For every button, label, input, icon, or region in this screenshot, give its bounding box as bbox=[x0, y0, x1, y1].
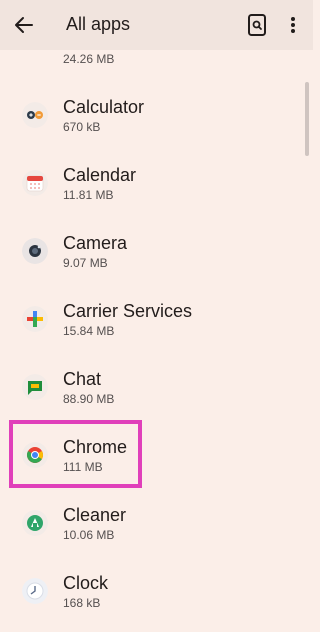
app-name: Chat bbox=[63, 369, 102, 389]
app-name: Clock bbox=[63, 573, 109, 593]
app-row-camera[interactable]: Camera 9.07 MB bbox=[0, 224, 313, 292]
app-row-carrier-services[interactable]: Carrier Services 15.84 MB bbox=[0, 292, 313, 360]
app-size: 168 kB bbox=[63, 596, 101, 610]
chat-icon bbox=[22, 374, 48, 400]
app-name: Camera bbox=[63, 233, 128, 253]
app-row-calculator[interactable]: Calculator 670 kB bbox=[0, 88, 313, 156]
camera-icon bbox=[22, 238, 48, 264]
app-size: 11.81 MB bbox=[63, 188, 114, 202]
cleaner-icon bbox=[22, 510, 48, 536]
top-app-bar: All apps bbox=[0, 0, 313, 50]
app-row-calendar[interactable]: Calendar 11.81 MB bbox=[0, 156, 313, 224]
app-list: 24.26 MB Calculator 670 kB Calendar 11.8… bbox=[0, 0, 313, 628]
app-name: Calendar bbox=[63, 165, 137, 185]
app-size: 24.26 MB bbox=[63, 52, 115, 66]
calendar-icon bbox=[22, 170, 48, 196]
app-row-chat[interactable]: Chat 88.90 MB bbox=[0, 360, 313, 428]
app-size: 670 kB bbox=[63, 120, 101, 134]
arrow-back-icon[interactable] bbox=[12, 13, 36, 37]
chrome-highlight-box bbox=[9, 420, 142, 488]
calculator-icon bbox=[22, 102, 48, 128]
more-vert-icon[interactable] bbox=[285, 13, 301, 37]
app-row-cleaner[interactable]: Cleaner 10.06 MB bbox=[0, 496, 313, 564]
app-name: Cleaner bbox=[63, 505, 127, 525]
scrollbar[interactable] bbox=[305, 82, 309, 156]
app-size: 10.06 MB bbox=[63, 528, 115, 542]
app-name: Carrier Services bbox=[63, 301, 193, 321]
app-size: 9.07 MB bbox=[63, 256, 108, 270]
carrier-services-icon bbox=[22, 306, 48, 332]
clock-icon bbox=[22, 578, 48, 604]
app-name: Calculator bbox=[63, 97, 145, 117]
app-row-clock[interactable]: Clock 168 kB bbox=[0, 564, 313, 632]
app-size: 88.90 MB bbox=[63, 392, 115, 406]
app-size: 15.84 MB bbox=[63, 324, 115, 338]
page-title: All apps bbox=[66, 14, 131, 34]
search-device-icon[interactable] bbox=[246, 13, 268, 37]
